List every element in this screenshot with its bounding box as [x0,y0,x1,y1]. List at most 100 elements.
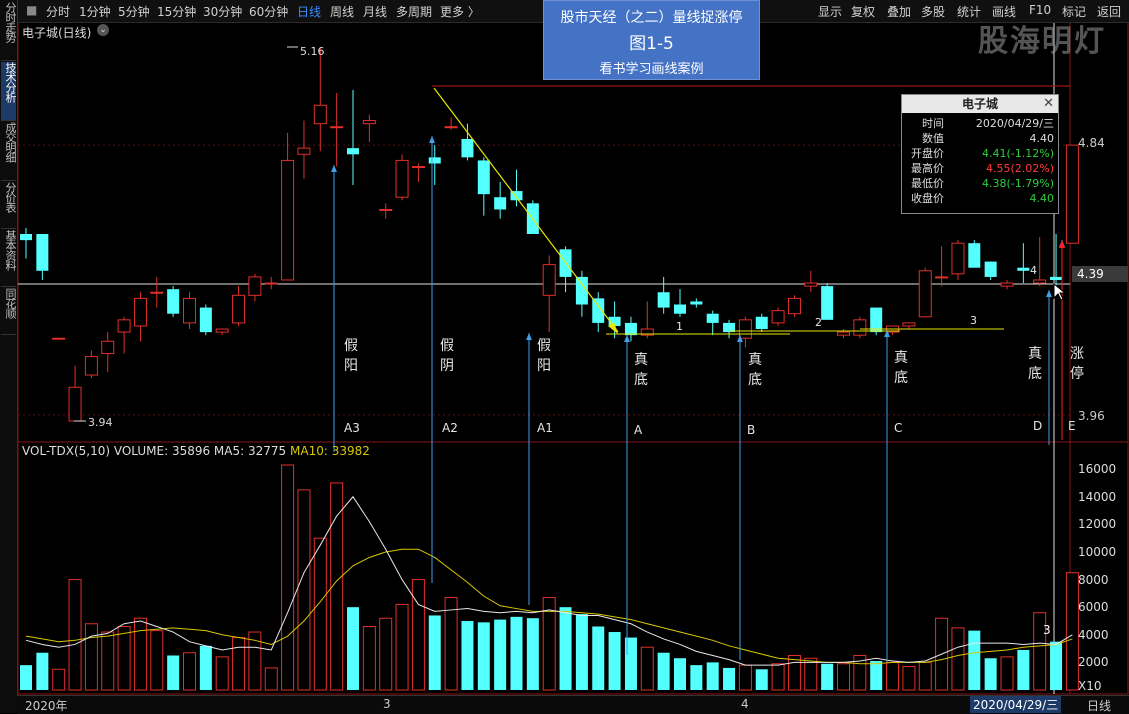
period-weekly[interactable]: 周线 [330,3,354,20]
candle-body [837,331,850,336]
candle-body [101,340,115,355]
candle [510,169,523,207]
volume-bar [723,667,736,690]
candle-body [232,294,246,324]
btn-display[interactable]: 显示 [818,3,842,20]
candle-body [281,159,295,281]
annotation-label: B [747,423,755,437]
candle-body [624,322,637,336]
info-row-key: 时间 [922,117,944,130]
volume-bar [559,607,572,690]
period-60min[interactable]: 60分钟 [249,3,288,20]
btn-fuquan[interactable]: 复权 [851,3,875,20]
period-daily[interactable]: 日线 [297,3,321,20]
candle [1000,279,1014,290]
period-30min[interactable]: 30分钟 [203,3,242,20]
annotation-char: 真 [1028,346,1042,362]
btn-f10[interactable]: F10 [1029,3,1051,17]
candle [477,157,490,216]
annotation-char: 底 [894,370,908,386]
volume-axis-label: 6000 [1078,600,1109,615]
title-banner: 股市天经（之二）量线捉涨停 图1-5 看书学习画线案例 [543,0,760,80]
volume-bar [1050,641,1063,690]
candle [738,316,752,348]
info-row-value: 4.41(-1.12%) [982,147,1054,160]
candle [150,276,164,308]
period-5min[interactable]: 5分钟 [118,3,150,20]
candle-body [215,328,229,333]
blue-arrowhead [429,136,435,143]
candle-body [199,307,212,333]
candle-body [968,243,981,268]
period-fenshi[interactable]: 分时 [46,3,70,20]
date-axis-bar: 2020年 3 4 2020/04/29/三 日线 [17,695,1129,714]
watermark-logo: 股海明灯 [978,24,1106,59]
candle-body [313,104,327,125]
period-label[interactable]: 日线 [1087,697,1111,714]
annotation-label: D [1033,419,1042,433]
volume-bar [215,656,229,691]
info-row: 最高价 4.55(2.02%) [902,162,1058,176]
candle [771,307,785,326]
volume-bar [264,667,278,691]
tab-fenshi[interactable]: 分时走势 [1,2,17,61]
tab-fundamentals[interactable]: 基本资料 [1,230,17,287]
volume-bar [494,619,507,690]
period-monthly[interactable]: 月线 [363,3,387,20]
volume-bar [68,579,82,691]
candle-body [68,386,82,422]
volume-bar [477,622,490,690]
stop-icon[interactable]: ■ [26,3,37,17]
period-multi[interactable]: 多周期 [396,3,432,20]
candle [706,310,719,336]
high-price-mark: 5.16 [300,45,325,58]
btn-multistock[interactable]: 多股 [921,3,945,20]
annotation-char: 阳 [344,358,358,374]
tab-technical[interactable]: 技术分析 [1,62,17,121]
annotation-char: 真 [748,352,762,368]
volume-bar [1000,656,1014,691]
volume-bar [902,666,916,691]
annotation-label: E [1068,419,1076,433]
candle [133,292,147,342]
period-1min[interactable]: 1分钟 [79,3,111,20]
btn-overlay[interactable]: 叠加 [887,3,911,20]
annotation-char: 阴 [440,358,454,374]
candle-body [297,147,311,155]
volume-bar [657,652,670,690]
candle-body [804,282,818,287]
annotation-label: A2 [442,421,458,435]
candle [68,365,82,422]
info-row-key: 最低价 [911,177,944,190]
banner-line3: 看书学习画线案例 [599,62,704,77]
info-row: 最低价 4.38(-1.79%) [902,177,1058,191]
candle-body [657,292,670,308]
annotation-label: A [634,423,643,437]
close-icon[interactable]: ✕ [1043,96,1054,111]
period-15min[interactable]: 15分钟 [157,3,196,20]
candle-body [1000,282,1014,287]
tab-price-table[interactable]: 分价表 [1,182,17,229]
candle [313,47,327,152]
price-panel-frame [17,21,1129,443]
candle-body [984,261,997,277]
period-more[interactable]: 更多 〉 [440,3,480,20]
volume-bar [886,661,900,691]
candle-body [36,234,49,271]
volume-bar [52,668,66,691]
volume-bar [968,630,981,690]
volume-bar [575,614,588,690]
info-row: 收盘价 4.40 [902,192,1058,206]
candle-body [870,307,883,333]
candle [674,289,686,317]
candle-body [330,126,344,129]
tab-ths[interactable]: 同花顺 [1,288,17,335]
volume-bar [232,637,246,691]
volume-bar [281,464,295,691]
tab-deals[interactable]: 成交明细 [1,122,17,181]
line-number: 2 [815,316,822,329]
volume-axis-label: 8000 [1078,572,1109,587]
candle [755,313,768,333]
chevron-down-icon[interactable]: ⌄ [97,24,109,36]
candle-body [477,160,490,195]
